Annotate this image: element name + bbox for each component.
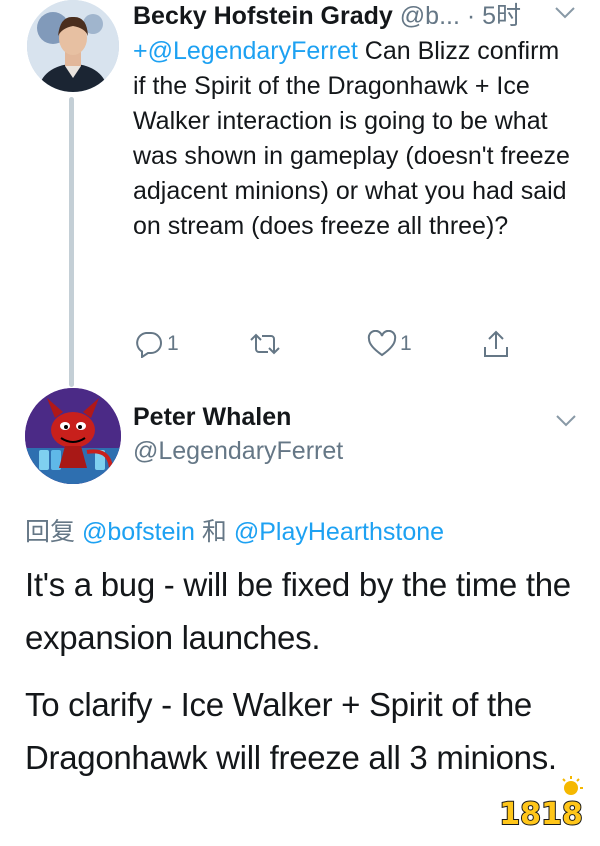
chevron-down-icon[interactable] [554,6,576,20]
watermark-text: 1818 [499,797,583,832]
separator: · [466,2,476,30]
author-name[interactable]: Becky Hofstein Grady [133,2,393,30]
replying-to: 回复 @bofstein 和 @PlayHearthstone [25,516,444,548]
reply-join: 和 [201,518,227,546]
tweet-text: +@LegendaryFerret Can Blizz confirm if t… [133,34,573,244]
retweet-icon [248,331,282,357]
like-icon [367,330,397,358]
reply-count: 1 [167,332,179,355]
tweet-paragraph: To clarify - Ice Walker + Spirit of the … [25,686,557,776]
watermark-logo: 1818 [493,776,589,832]
mention-link[interactable]: +@LegendaryFerret [133,37,358,65]
chevron-down-icon[interactable] [555,414,577,428]
reply-prefix: 回复 [25,518,76,546]
tweet-paragraph: It's a bug - will be fixed by the time t… [25,566,571,656]
like-button[interactable]: 1 [367,328,412,360]
like-count: 1 [400,332,412,355]
timestamp[interactable]: 5时 [482,2,521,30]
mention-link[interactable]: @bofstein [82,518,195,546]
tweet-header: Becky Hofstein Grady @b... · 5时 [133,0,563,32]
share-button[interactable] [482,328,510,360]
thread-line [69,97,74,387]
retweet-button[interactable] [248,328,282,360]
tweet-body-text: Can Blizz confirm if the Spirit of the D… [133,37,570,240]
mention-link[interactable]: @PlayHearthstone [234,518,444,546]
author-handle[interactable]: @LegendaryFerret [133,436,343,466]
avatar[interactable] [27,0,119,92]
reply-button[interactable]: 1 [134,328,179,360]
author-name[interactable]: Peter Whalen [133,402,291,432]
author-handle[interactable]: @b... [400,2,460,30]
reply-icon [134,330,164,358]
avatar[interactable] [25,388,121,484]
share-icon [482,329,510,359]
